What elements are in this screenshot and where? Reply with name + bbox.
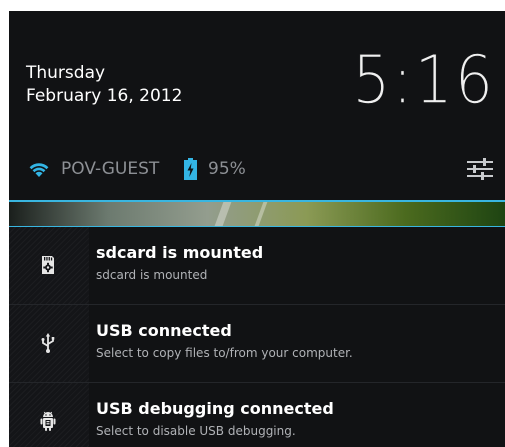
network-name: POV-GUEST	[61, 159, 160, 179]
header-divider-band	[9, 200, 505, 228]
sdcard-icon	[42, 256, 54, 274]
notification-text: Select to disable USB debugging.	[96, 424, 296, 438]
status-row: POV-GUEST 95%	[9, 143, 505, 193]
usb-icon	[41, 333, 55, 353]
clock: 5:16	[352, 42, 495, 120]
notification-title: sdcard is mounted	[96, 243, 264, 262]
notification-icon-area	[9, 305, 89, 382]
shade-header: Thursday February 16, 2012 5:16	[9, 11, 505, 131]
notification-title: USB debugging connected	[96, 399, 334, 418]
band-highlight	[214, 202, 232, 226]
date-label: February 16, 2012	[26, 86, 183, 106]
date-day-label: Thursday	[26, 63, 106, 83]
notification-shade: Thursday February 16, 2012 5:16 POV-GUES…	[9, 11, 505, 447]
notification-icon-area	[9, 383, 89, 447]
quick-settings-icon[interactable]	[464, 155, 496, 183]
notification-icon-area	[9, 227, 89, 304]
notification-usb-debugging[interactable]: USB debugging connected Select to disabl…	[9, 383, 505, 447]
battery-charging-icon	[184, 158, 197, 180]
notification-text: Select to copy files to/from your comput…	[96, 346, 353, 360]
notification-title: USB connected	[96, 321, 232, 340]
band-highlight	[254, 202, 268, 226]
notification-usb-connected[interactable]: USB connected Select to copy files to/fr…	[9, 305, 505, 383]
notification-text: sdcard is mounted	[96, 268, 208, 282]
battery-level: 95%	[208, 159, 246, 179]
android-debug-icon	[40, 411, 56, 431]
wifi-icon	[29, 163, 49, 177]
notification-sdcard[interactable]: sdcard is mounted sdcard is mounted	[9, 227, 505, 305]
